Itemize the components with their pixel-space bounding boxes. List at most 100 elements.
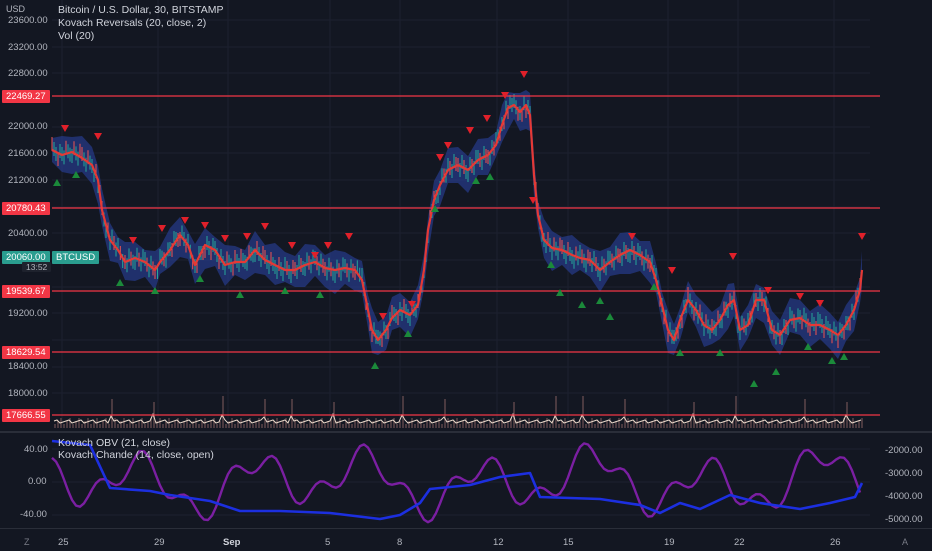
volume-bar [213,418,215,428]
date-label: 22 [734,537,745,548]
date-label: 8 [397,537,403,548]
volume-bar [261,424,263,428]
price-chart-canvas[interactable] [0,0,932,432]
volume-bar [783,424,785,428]
volume-bar [477,424,479,428]
volume-bar [354,421,356,428]
volume-bar [72,424,74,428]
volume-bar [69,418,71,428]
date-label: 26 [830,537,841,548]
volume-bar [756,424,758,428]
volume-bar [87,418,89,428]
volume-bar [624,399,626,428]
price-tick: 21200.00 [8,175,48,186]
indicator-label-chande[interactable]: Kovach Chande (14, close, open) [58,449,214,461]
volume-bar [621,424,623,428]
arrow-up-icon [316,291,324,298]
volume-bar [246,421,248,428]
volume-bar [594,424,596,428]
volume-bar [675,424,677,428]
volume-bar [258,418,260,428]
volume-bar [285,418,287,428]
volume-bar [405,424,407,428]
volume-bar [315,424,317,428]
volume-bar [825,418,827,428]
volume-bar [441,424,443,428]
volume-bar [270,424,272,428]
volume-bar [162,424,164,428]
volume-bar [426,421,428,428]
arrow-down-icon [858,233,866,240]
volume-bar [504,424,506,428]
volume-bar [222,396,224,428]
volume-bar [534,421,536,428]
chart-root[interactable]: USD Bitcoin / U.S. Dollar, 30, BITSTAMP … [0,0,932,550]
volume-bar [231,418,233,428]
symbol-title[interactable]: Bitcoin / U.S. Dollar, 30, BITSTAMP [58,4,224,16]
volume-bar [540,424,542,428]
price-tick: 21600.00 [8,148,48,159]
volume-bar [558,424,560,428]
arrow-up-icon [556,289,564,296]
osc-tick-right: -3000.00 [885,468,923,479]
volume-bar [495,424,497,428]
arrow-down-icon [94,133,102,140]
indicator-label-obv[interactable]: Kovach OBV (21, close) [58,437,170,449]
volume-bar [159,418,161,428]
volume-bar [249,418,251,428]
volume-bar [657,424,659,428]
volume-bar [66,421,68,428]
oscillator-pane[interactable]: Kovach OBV (21, close) Kovach Chande (14… [0,433,932,528]
volume-bar [519,418,521,428]
date-label-month: Sep [223,537,241,548]
price-tick: 20400.00 [8,228,48,239]
volume-bar [195,418,197,428]
volume-bar [810,424,812,428]
volume-bar [717,418,719,428]
zoom-toggle-button[interactable]: Z [24,537,30,547]
indicator-label-vol[interactable]: Vol (20) [58,30,94,42]
volume-bar [111,399,113,428]
volume-bar [438,418,440,428]
volume-bar [537,418,539,428]
osc-tick-right: -5000.00 [885,514,923,525]
volume-bar [501,418,503,428]
volume-bar [801,424,803,428]
arrow-up-icon [371,362,379,369]
volume-bar [750,421,752,428]
volume-bar [189,424,191,428]
volume-bar [366,418,368,428]
volume-bar [681,418,683,428]
osc-tick-right: -4000.00 [885,491,923,502]
volume-bar [642,421,644,428]
volume-bar [573,418,575,428]
volume-bar [99,424,101,428]
volume-bar [765,424,767,428]
volume-bar [63,424,65,428]
arrow-down-icon [201,222,209,229]
volume-bar [216,424,218,428]
volume-bar [606,421,608,428]
volume-bar [297,424,299,428]
level-tag: 19539.67 [2,285,50,298]
volume-bar [339,418,341,428]
volume-bar [555,396,557,428]
time-axis[interactable]: Z 25 29 Sep 5 8 12 15 19 22 26 A [0,528,932,551]
arrow-up-icon [116,279,124,286]
level-tag: 22469.27 [2,90,50,103]
arrow-up-icon [750,380,758,387]
main-price-pane[interactable]: USD Bitcoin / U.S. Dollar, 30, BITSTAMP … [0,0,932,432]
volume-bar [81,424,83,428]
price-tick: 23200.00 [8,42,48,53]
symbol-tag: BTCUSD [52,251,100,264]
volume-bar [279,424,281,428]
level-tag: 17666.55 [2,409,50,422]
volume-bar [369,424,371,428]
volume-bar [414,424,416,428]
indicator-label-reversals[interactable]: Kovach Reversals (20, close, 2) [58,17,206,29]
auto-scale-button[interactable]: A [902,537,908,547]
arrow-up-icon [828,357,836,364]
arrow-down-icon [816,300,824,307]
osc-tick-right: -2000.00 [885,445,923,456]
volume-bar [729,424,731,428]
